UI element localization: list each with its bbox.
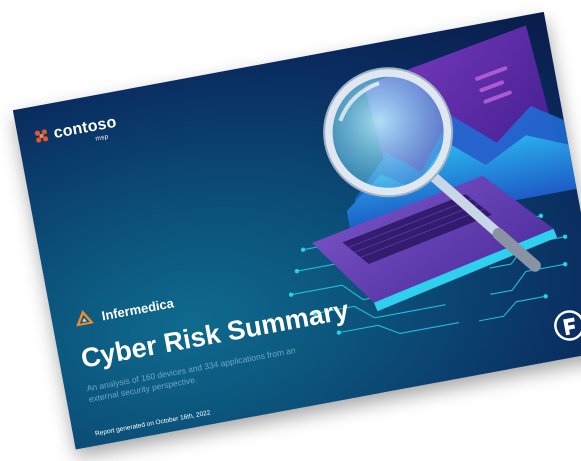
shield-logo-icon	[554, 310, 581, 341]
client-name: Infermedica	[100, 294, 175, 323]
brand-logo: contoso	[33, 114, 119, 147]
contoso-mark-icon	[34, 129, 49, 143]
infermedica-logo-icon	[76, 309, 94, 327]
report-generated-date: Report generated on October 16th, 2022	[94, 409, 212, 438]
report-cover-stage: contoso msp Infermedica Cyber Risk Summa…	[0, 0, 581, 461]
brand-sub: msp	[94, 133, 110, 143]
client-block: Infermedica	[72, 292, 175, 330]
report-cover-page: contoso msp Infermedica Cyber Risk Summa…	[12, 11, 581, 450]
